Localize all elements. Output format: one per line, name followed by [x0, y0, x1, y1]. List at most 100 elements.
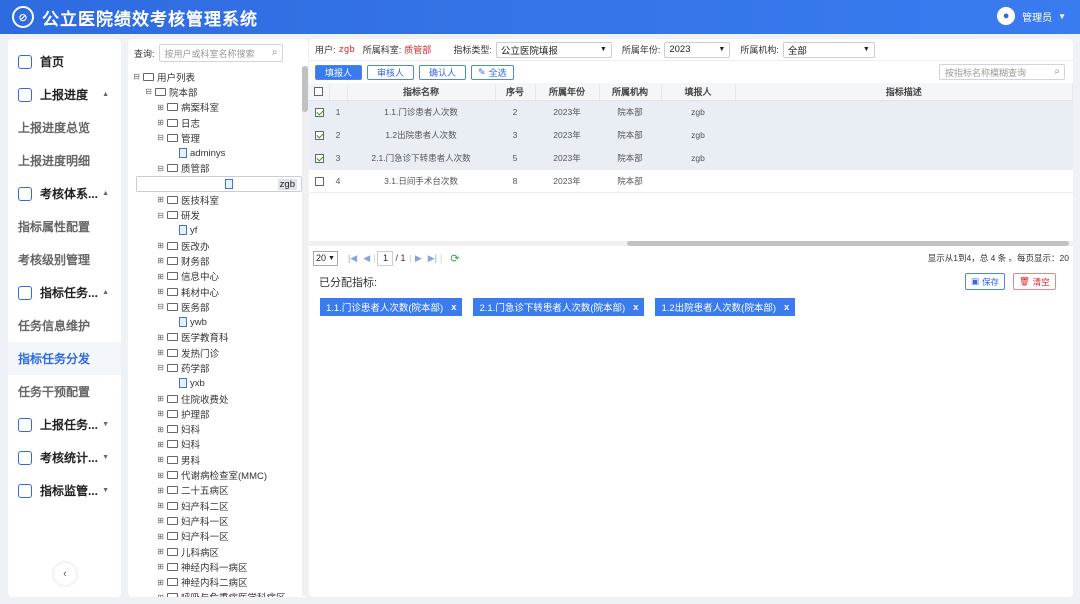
tree-node-folder[interactable]: ⊟ 药学部 — [132, 360, 302, 375]
row-checkbox[interactable] — [314, 130, 324, 140]
tree-node-folder[interactable]: ⊞ 儿科病区 — [132, 544, 302, 559]
tree-node-folder[interactable]: ⊞ 神经内科一病区 — [132, 559, 302, 574]
nav-item-3[interactable]: 上报进度明细 — [8, 144, 121, 177]
tree-node-folder[interactable]: ⊞ 妇产科二区 — [132, 498, 302, 513]
expand-icon[interactable]: ⊞ — [156, 471, 165, 480]
expand-icon[interactable]: ⊞ — [156, 593, 165, 597]
collapse-icon[interactable]: ⊟ — [144, 87, 153, 96]
collapse-icon[interactable]: ⊟ — [156, 211, 165, 220]
expand-icon[interactable]: ⊞ — [156, 455, 165, 464]
expand-icon[interactable]: ⊞ — [156, 118, 165, 127]
filler-button[interactable]: 填报人 — [315, 64, 363, 80]
nav-group-12[interactable]: 考核统计... ▼ — [8, 441, 121, 474]
tree-node-folder[interactable]: ⊟ 质管部 — [132, 161, 302, 176]
collapse-icon[interactable]: ⊟ — [156, 302, 165, 311]
nav-item-5[interactable]: 指标属性配置 — [8, 210, 121, 243]
table-row[interactable]: 1 1.1.门诊患者人次数 2 2023年 院本部 zgb — [309, 100, 1073, 124]
remove-tag-icon[interactable]: x — [633, 302, 638, 313]
tree-node-folder[interactable]: ⊞ 住院收费处 — [132, 391, 302, 406]
row-checkbox[interactable] — [314, 107, 324, 117]
row-checkbox[interactable] — [314, 153, 324, 163]
tree-node-user[interactable]: adminys — [132, 145, 302, 160]
expand-icon[interactable]: ⊞ — [156, 562, 165, 571]
table-row[interactable]: 3 2.1.门急诊下转患者人次数 5 2023年 院本部 zgb — [309, 146, 1073, 170]
expand-icon[interactable]: ⊞ — [156, 440, 165, 449]
nav-item-6[interactable]: 考核级别管理 — [8, 243, 121, 276]
tree-node-folder[interactable]: ⊞ 妇科 — [132, 437, 302, 452]
tree-node-user[interactable]: yf — [132, 223, 302, 238]
tree-node-folder[interactable]: ⊞ 男科 — [132, 452, 302, 467]
tree-node-folder[interactable]: ⊞ 妇科 — [132, 422, 302, 437]
expand-icon[interactable]: ⊞ — [156, 195, 165, 204]
nav-group-7[interactable]: 指标任务... ▲ — [8, 276, 121, 309]
nav-item-10[interactable]: 任务干预配置 — [8, 375, 121, 408]
tree-node-user[interactable]: ywb — [132, 314, 302, 329]
tree-node-folder[interactable]: ⊞ 日志 — [132, 115, 302, 130]
select-all-button[interactable]: ✎ 全选 — [471, 64, 514, 80]
tree-scroll-thumb[interactable] — [302, 66, 308, 112]
tree-node-user[interactable]: zgb — [136, 176, 302, 193]
tree-node-folder[interactable]: ⊞ 呼吸与危重症医学科病区 — [132, 590, 302, 597]
expand-icon[interactable]: ⊞ — [156, 333, 165, 342]
collapse-icon[interactable]: ⊟ — [156, 164, 165, 173]
expand-icon[interactable]: ⊞ — [156, 241, 165, 250]
search-icon[interactable]: ⌕ — [272, 47, 278, 58]
collapse-sidebar-button[interactable]: ‹ — [54, 563, 76, 585]
tree-node-folder[interactable]: ⊞ 医改办 — [132, 238, 302, 253]
tree-node-folder[interactable]: ⊞ 护理部 — [132, 406, 302, 421]
tree-node-folder[interactable]: ⊞ 妇产科一区 — [132, 513, 302, 528]
reviewer-button[interactable]: 审核人 — [367, 64, 415, 80]
tree-node-folder[interactable]: ⊞ 耗材中心 — [132, 284, 302, 299]
prev-page-icon[interactable]: ◀ — [363, 253, 370, 264]
tree-node-folder[interactable]: ⊞ 代谢病检查室(MMC) — [132, 467, 302, 483]
tree-node-folder[interactable]: ⊞ 病案科室 — [132, 100, 302, 115]
table-scroll-thumb[interactable] — [627, 241, 1069, 246]
expand-icon[interactable]: ⊞ — [156, 486, 165, 495]
nav-item-8[interactable]: 任务信息维护 — [8, 309, 121, 342]
tree-node-folder[interactable]: ⊞ 发热门诊 — [132, 345, 302, 360]
save-button[interactable]: ▣ 保存 — [965, 273, 1006, 290]
tree-scrollbar[interactable] — [302, 66, 308, 596]
tree-node-folder[interactable]: ⊟ 管理 — [132, 130, 302, 145]
nav-group-0[interactable]: 首页 — [8, 45, 121, 78]
tree-node-folder[interactable]: ⊞ 医学教育科 — [132, 330, 302, 345]
expand-icon[interactable]: ⊞ — [156, 516, 165, 525]
expand-icon[interactable]: ⊞ — [156, 287, 165, 296]
tree-node-folder[interactable]: ⊟ 用户列表 — [132, 69, 302, 84]
tree-node-user[interactable]: yxb — [132, 376, 302, 391]
collapse-icon[interactable]: ⊟ — [156, 363, 165, 372]
first-page-icon[interactable]: |◀ — [348, 253, 357, 264]
tree-node-folder[interactable]: ⊟ 院本部 — [132, 84, 302, 99]
nav-group-4[interactable]: 考核体系... ▲ — [8, 177, 121, 210]
search-icon[interactable]: ⌕ — [1054, 66, 1060, 77]
refresh-icon[interactable]: ⟳ — [450, 252, 459, 265]
nav-group-13[interactable]: 指标监管... ▼ — [8, 474, 121, 507]
tree-node-folder[interactable]: ⊟ 医务部 — [132, 299, 302, 314]
table-row[interactable]: 2 1.2出院患者人次数 3 2023年 院本部 zgb — [309, 123, 1073, 147]
expand-icon[interactable]: ⊞ — [156, 394, 165, 403]
nav-item-2[interactable]: 上报进度总览 — [8, 111, 121, 144]
expand-icon[interactable]: ⊞ — [156, 532, 165, 541]
tree-node-folder[interactable]: ⊞ 二十五病区 — [132, 483, 302, 498]
type-select[interactable]: 公立医院填报 ▼ — [495, 41, 612, 58]
expand-icon[interactable]: ⊞ — [156, 501, 165, 510]
row-checkbox[interactable] — [314, 176, 324, 186]
select-all-checkbox[interactable] — [314, 87, 324, 97]
tree-search-input[interactable]: 按用户或科室名称搜索 ⌕ — [158, 44, 283, 62]
expand-icon[interactable]: ⊞ — [156, 409, 165, 418]
org-select[interactable]: 全部 ▼ — [782, 41, 875, 58]
user-menu[interactable]: ● 管理员 ▼ — [997, 7, 1066, 25]
expand-icon[interactable]: ⊞ — [156, 256, 165, 265]
expand-icon[interactable]: ⊞ — [156, 547, 165, 556]
page-number-input[interactable]: 1 — [377, 250, 394, 266]
expand-icon[interactable]: ⊞ — [156, 103, 165, 112]
tree-node-folder[interactable]: ⊞ 信息中心 — [132, 269, 302, 284]
remove-tag-icon[interactable]: x — [784, 302, 789, 313]
expand-icon[interactable]: ⊞ — [156, 272, 165, 281]
remove-tag-icon[interactable]: x — [451, 302, 456, 313]
expand-icon[interactable]: ⊞ — [156, 578, 165, 587]
indicator-search-input[interactable]: 按指标名称模糊查询 ⌕ — [939, 64, 1065, 80]
nav-item-9[interactable]: 指标任务分发 — [8, 342, 121, 375]
nav-group-1[interactable]: 上报进度 ▲ — [8, 78, 121, 111]
tree-node-folder[interactable]: ⊞ 财务部 — [132, 253, 302, 268]
